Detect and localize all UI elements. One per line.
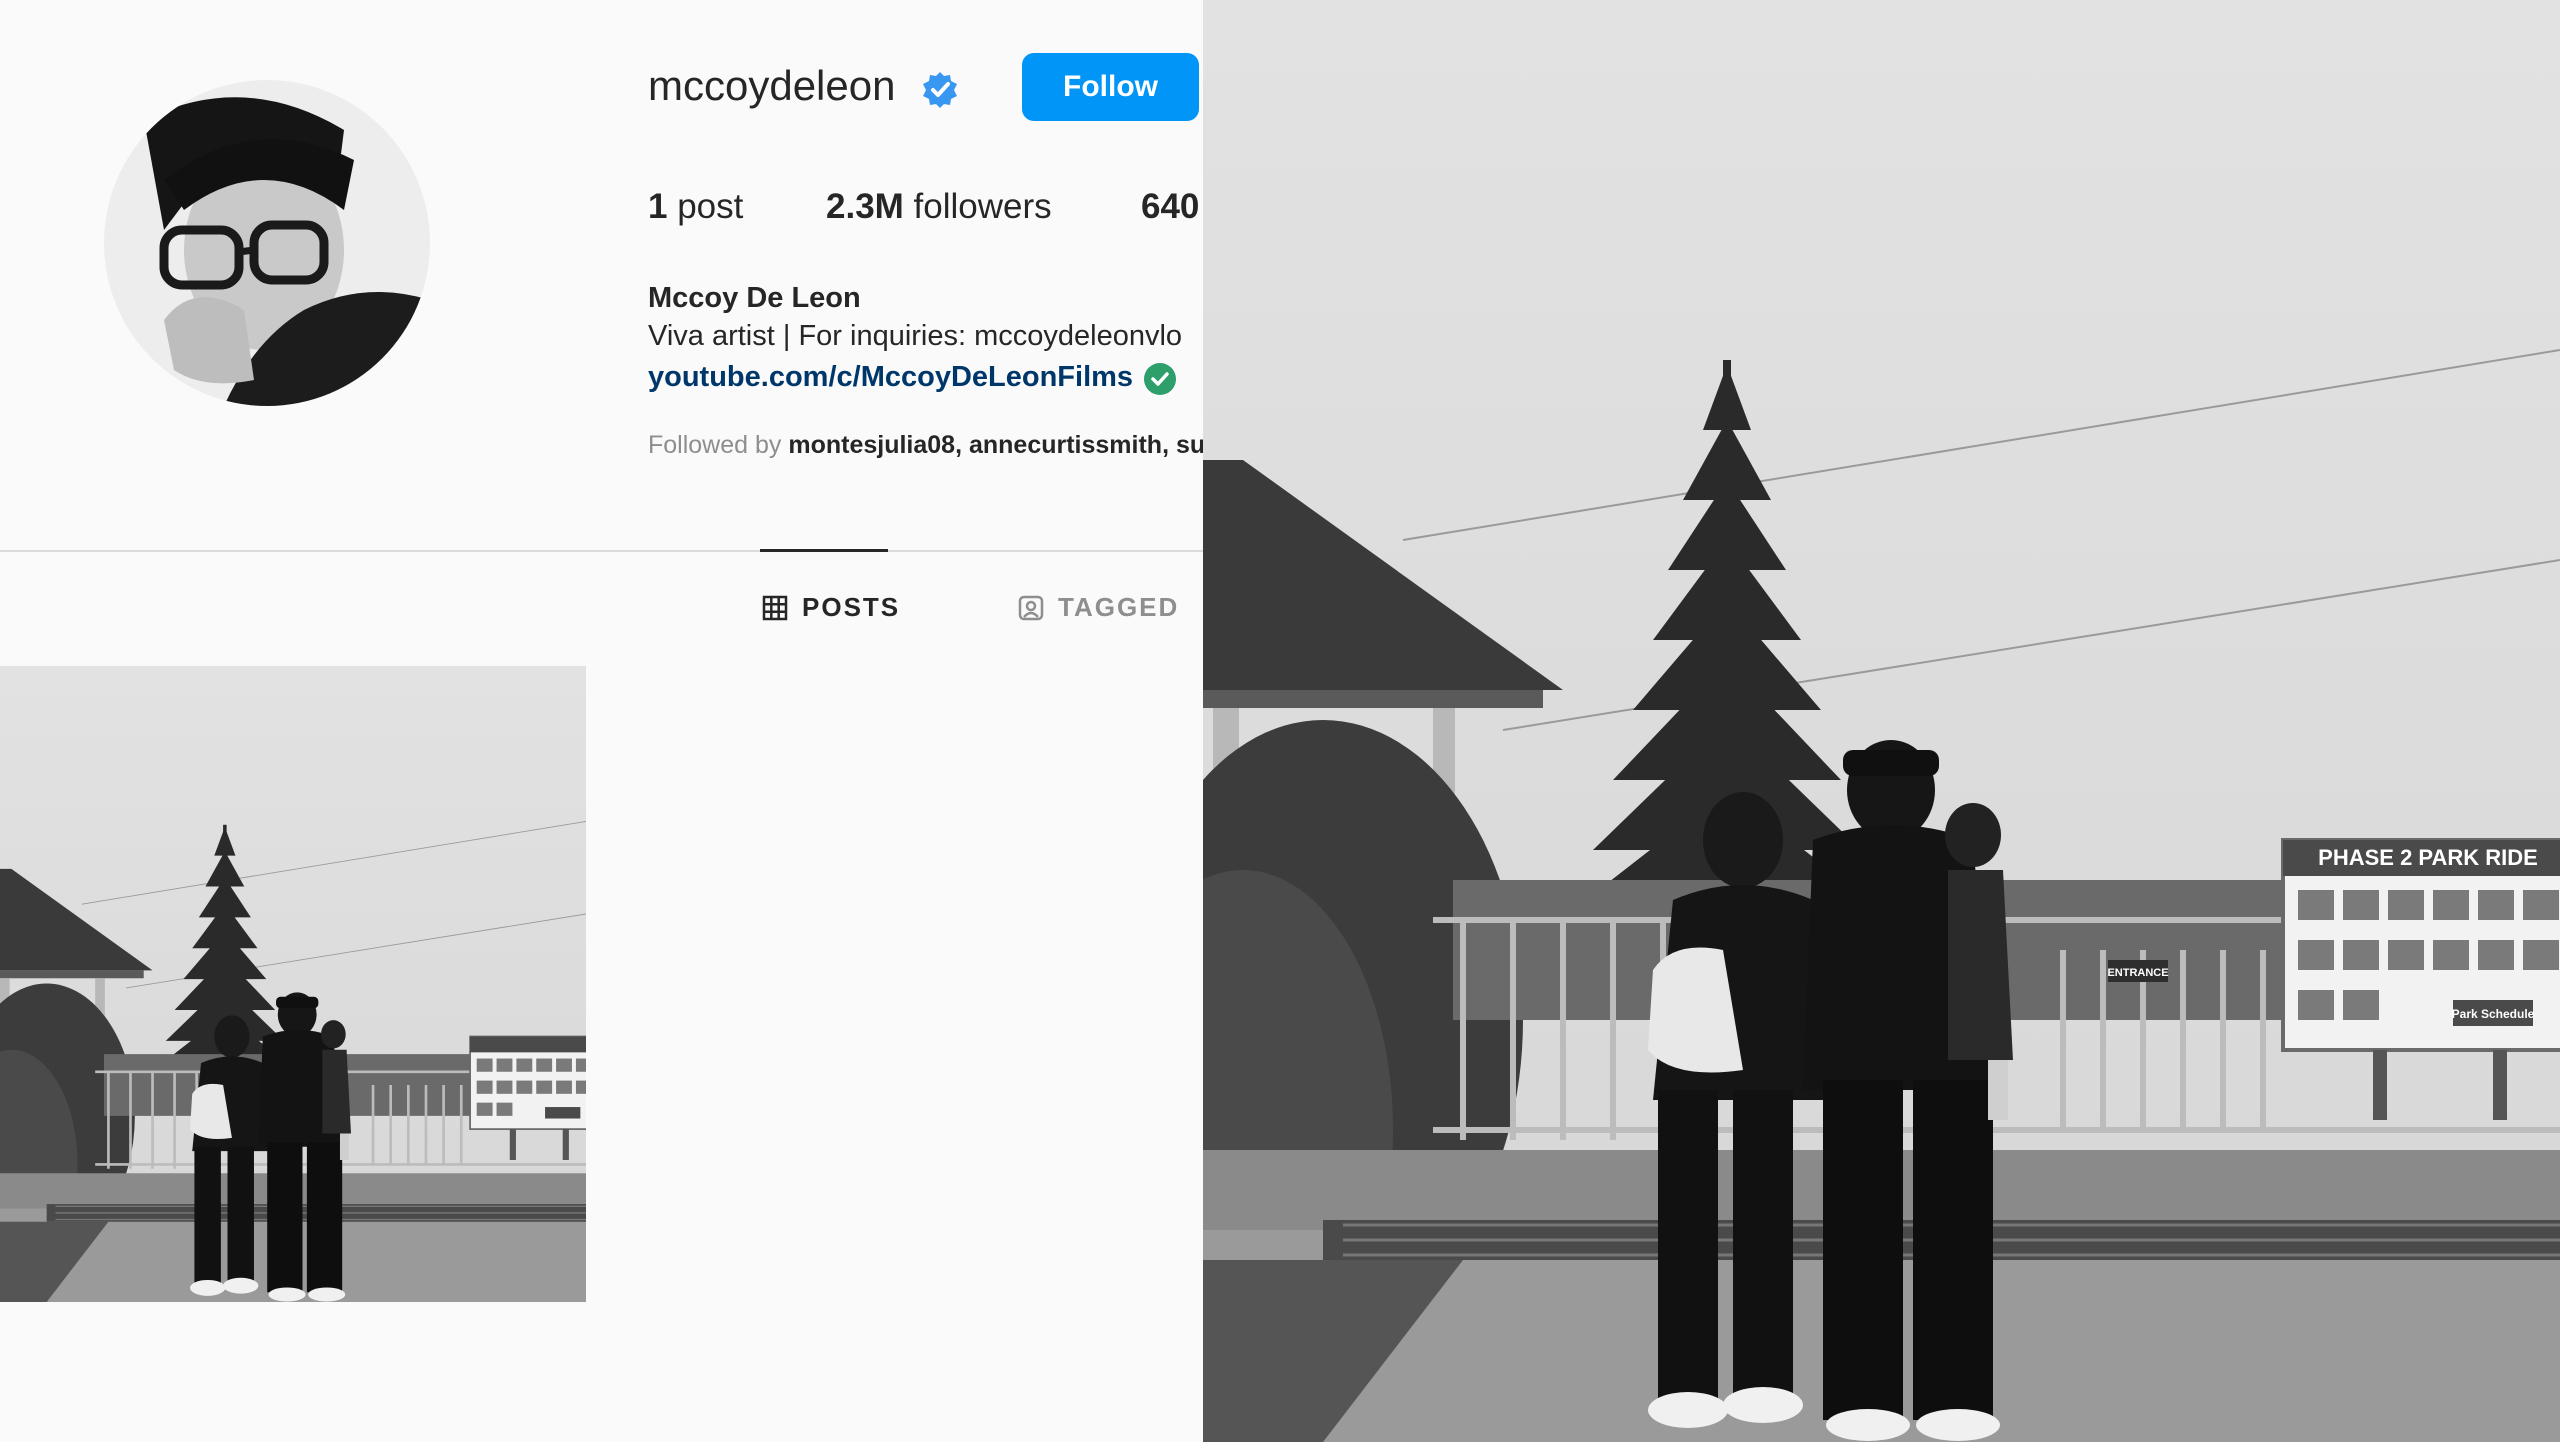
post-thumbnail[interactable]	[0, 666, 586, 1302]
post-thumbnail-image	[0, 666, 586, 1302]
grid-icon	[762, 595, 788, 620]
tabs-divider	[0, 550, 1203, 552]
sign-title-text: PHASE 2 PARK RIDE	[2318, 845, 2538, 870]
enlarged-photo: PHASE 2 PARK RIDE Park Schedule ENTRANCE	[1203, 0, 2560, 1442]
profile-panel: mccoydeleon Follow 1 post 2.3M followers…	[0, 0, 1203, 1442]
avatar-image	[104, 80, 430, 406]
posts-label: post	[677, 187, 744, 226]
entrance-sign-text: ENTRANCE	[2107, 967, 2168, 979]
profile-full-name: Mccoy De Leon	[648, 282, 861, 314]
profile-avatar[interactable]	[104, 80, 430, 406]
posts-count: 1	[648, 187, 668, 226]
tab-active-indicator	[760, 549, 888, 552]
check-circle-icon	[1144, 363, 1176, 395]
tab-posts-label: POSTS	[802, 592, 901, 622]
enlarged-photo-image: PHASE 2 PARK RIDE Park Schedule ENTRANCE	[1203, 0, 2560, 1442]
stat-followers[interactable]: 2.3M followers	[826, 187, 1052, 227]
followed-by[interactable]: Followed by montesjulia08, annecurtissmi…	[648, 431, 1203, 460]
profile-username: mccoydeleon	[648, 62, 896, 109]
followers-count: 2.3M	[826, 187, 904, 226]
profile-bio: Viva artist | For inquiries: mccoydeleon…	[648, 320, 1183, 352]
follow-button[interactable]: Follow	[1022, 53, 1199, 121]
schedule-sign-text: Park Schedule	[2452, 1007, 2535, 1021]
tab-posts[interactable]: POSTS	[762, 592, 900, 623]
followed-by-prefix: Followed by	[648, 431, 782, 459]
followed-by-names: montesjulia08, annecurtissmith, su	[788, 431, 1203, 459]
tagged-icon	[1018, 595, 1044, 620]
tab-tagged-label: TAGGED	[1058, 592, 1180, 622]
stat-posts: 1 post	[648, 187, 743, 227]
profile-link[interactable]: youtube.com/c/MccoyDeLeonFilms	[648, 361, 1133, 394]
stat-following[interactable]: 640	[1141, 187, 1199, 227]
tab-tagged[interactable]: TAGGED	[1018, 592, 1179, 623]
followers-label: followers	[913, 187, 1052, 226]
following-count: 640	[1141, 187, 1200, 226]
verified-badge-icon	[923, 72, 957, 108]
